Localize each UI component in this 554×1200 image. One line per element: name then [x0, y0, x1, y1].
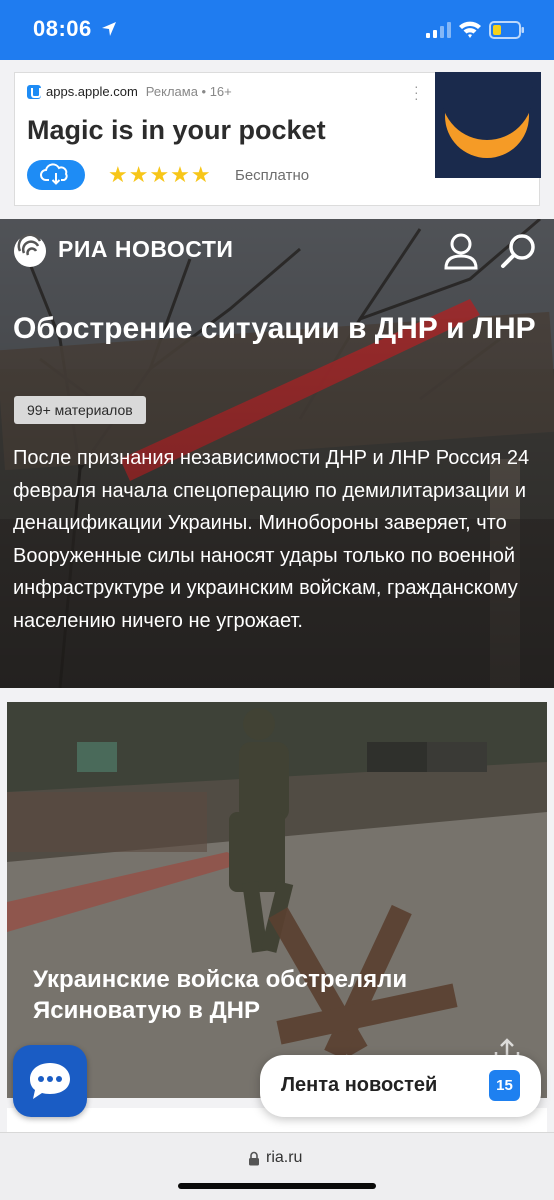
- home-indicator[interactable]: [178, 1183, 376, 1189]
- user-icon[interactable]: [443, 232, 479, 270]
- news-card[interactable]: Украинские войска обстреляли Ясиноватую …: [7, 702, 547, 1098]
- wifi-icon: [459, 21, 481, 38]
- ad-headline[interactable]: Magic is in your pocket: [27, 115, 326, 146]
- browser-bottom-bar: ria.ru: [0, 1132, 554, 1200]
- ad-source-domain: apps.apple.com: [46, 84, 138, 99]
- ad-source: apps.apple.com Реклама • 16+: [27, 84, 232, 99]
- ria-logo[interactable]: РИА НОВОСТИ: [12, 229, 233, 269]
- battery-low-icon: [489, 21, 524, 39]
- lock-icon: [249, 1151, 259, 1165]
- more-options-icon[interactable]: · · ·: [414, 79, 420, 105]
- status-bar: 08:06: [0, 0, 554, 60]
- moon-app-icon[interactable]: [435, 72, 541, 178]
- download-button[interactable]: [27, 160, 85, 190]
- cloud-download-icon: [40, 163, 68, 185]
- news-feed-count-badge: 15: [489, 1070, 520, 1101]
- news-headline[interactable]: Украинские войска обстреляли Ясиноватую …: [33, 964, 503, 1026]
- ad-banner[interactable]: apps.apple.com Реклама • 16+ · · · Magic i…: [14, 72, 541, 206]
- hero-description: После признания независимости ДНР и ЛНР …: [13, 447, 530, 632]
- search-icon[interactable]: [500, 232, 538, 270]
- hero-title[interactable]: Обострение ситуации в ДНР и ЛНР: [13, 310, 543, 347]
- location-arrow-icon: [102, 22, 116, 36]
- news-feed-button[interactable]: Лента новостей 15: [260, 1055, 541, 1117]
- status-time: 08:06: [33, 16, 92, 41]
- chat-button[interactable]: [13, 1045, 87, 1117]
- url-text: ria.ru: [266, 1149, 303, 1166]
- ad-meta: Реклама • 16+: [145, 84, 232, 99]
- app-store-icon: [27, 84, 41, 99]
- price-label: Бесплатно: [235, 167, 310, 184]
- news-feed-label: Лента новостей: [281, 1074, 438, 1096]
- ria-logo-icon: [14, 233, 46, 267]
- address-bar[interactable]: ria.ru: [248, 1149, 302, 1167]
- ria-logo-text: РИА НОВОСТИ: [58, 235, 234, 262]
- materials-badge[interactable]: 99+ материалов: [14, 396, 146, 424]
- chat-bubble-icon: [30, 1063, 70, 1099]
- hero-story[interactable]: РИА НОВОСТИ Обострение ситуации в ДНР и …: [0, 219, 554, 688]
- rating-stars: ★★★★★: [108, 162, 212, 187]
- cellular-signal-icon: [426, 22, 451, 38]
- news-photo: [7, 702, 547, 1098]
